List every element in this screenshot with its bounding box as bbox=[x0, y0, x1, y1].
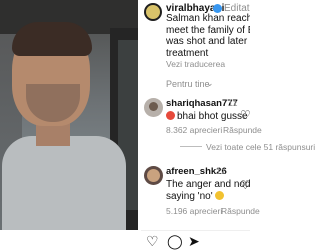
caption-line: meet the family of Baba bbox=[166, 24, 250, 36]
comment-avatar[interactable] bbox=[144, 98, 163, 117]
photo-bottom-bar bbox=[0, 230, 141, 250]
caption-line: treatment bbox=[166, 47, 209, 59]
comment-timestamp: 1z bbox=[228, 98, 238, 108]
reply-button[interactable]: Răspunde bbox=[223, 125, 262, 135]
replies-divider bbox=[180, 146, 202, 147]
for-you-sort[interactable]: Pentru tine bbox=[166, 79, 210, 89]
comment-text: bhai bhot gusse me bbox=[166, 111, 250, 122]
comment-avatar[interactable] bbox=[144, 166, 163, 185]
chevron-down-icon[interactable]: ⌄ bbox=[206, 78, 214, 89]
comment-text: The anger and nodding saying 'no' bbox=[166, 179, 250, 202]
comment-like-icon[interactable]: ♡ bbox=[240, 179, 251, 191]
comment-timestamp: 1z bbox=[216, 166, 226, 176]
share-icon[interactable]: ➤ bbox=[188, 234, 200, 248]
angry-emoji-icon bbox=[166, 111, 175, 120]
post-caption: Salman khan reached to meet the family o… bbox=[166, 13, 250, 59]
comment-like-icon[interactable]: ♡ bbox=[240, 109, 251, 121]
comment-line: The anger and nodding bbox=[166, 179, 250, 190]
comment-line-with-emoji: saying 'no' bbox=[166, 190, 250, 203]
caption-line: Salman khan reached to bbox=[166, 13, 250, 24]
comment-icon[interactable]: ◯ bbox=[167, 234, 183, 248]
post-photo[interactable] bbox=[0, 0, 138, 230]
caption-line: was shot and later died bbox=[166, 36, 250, 47]
like-icon[interactable]: ♡ bbox=[146, 234, 159, 248]
view-replies-link[interactable]: Vezi toate cele 51 răspunsuri bbox=[206, 142, 315, 152]
see-translation-link[interactable]: Vezi traducerea bbox=[166, 59, 225, 69]
comment-line: saying 'no' bbox=[166, 190, 213, 202]
comment-likes[interactable]: 5.196 aprecieri bbox=[166, 206, 222, 216]
profile-avatar[interactable] bbox=[144, 3, 162, 21]
verified-badge-icon bbox=[213, 4, 222, 13]
frowning-emoji-icon bbox=[215, 190, 225, 200]
action-bar: ♡ ◯ ➤ bbox=[141, 230, 250, 251]
comment-likes[interactable]: 8.362 aprecieri bbox=[166, 125, 222, 135]
person-hair bbox=[12, 22, 92, 56]
person-torso bbox=[2, 136, 126, 230]
reply-button[interactable]: Răspunde bbox=[221, 206, 260, 216]
